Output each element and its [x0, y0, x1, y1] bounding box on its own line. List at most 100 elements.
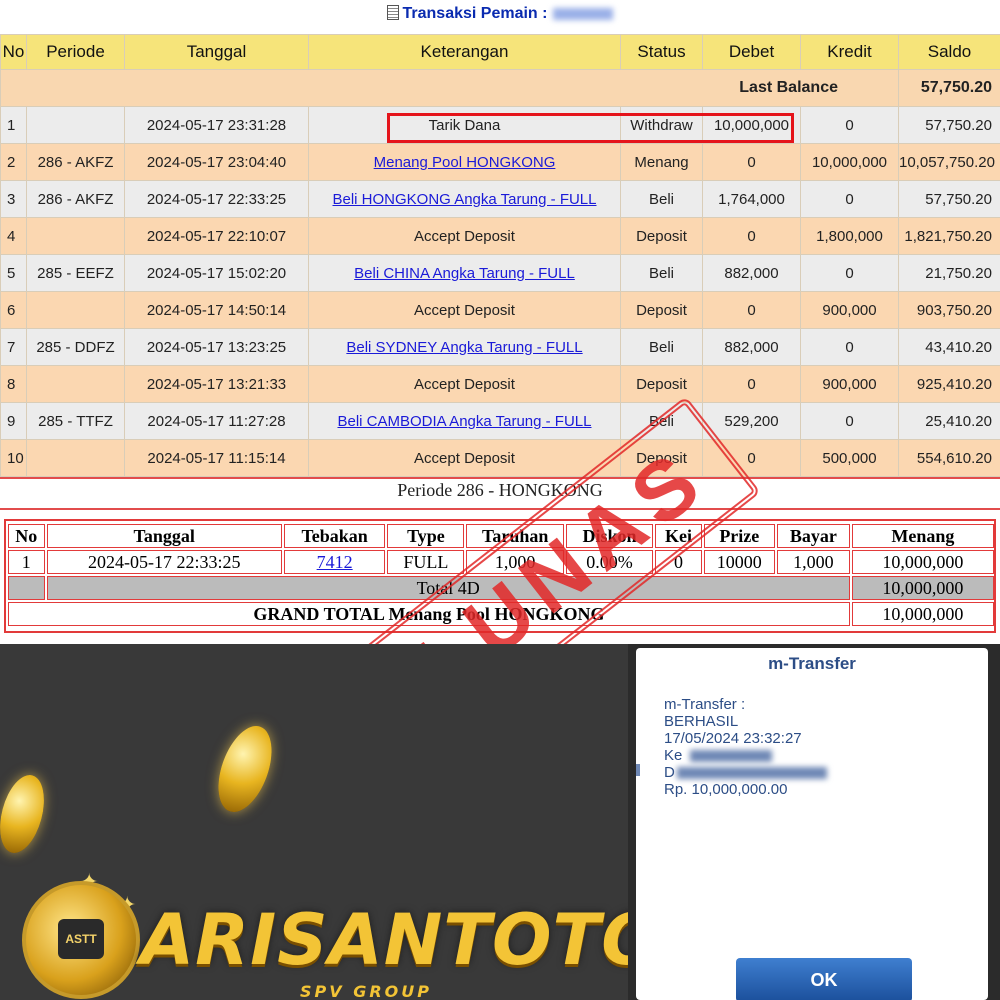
periode-prize: 10000 — [703, 550, 775, 574]
row-no: 1 — [0, 106, 27, 144]
keterangan-link[interactable]: Beli CHINA Angka Tarung - FULL — [354, 265, 575, 282]
pcol-type: Type — [387, 524, 465, 548]
pcol-tebakan: Tebakan — [283, 524, 386, 548]
row-keterangan[interactable]: Beli SYDNEY Angka Tarung - FULL — [308, 328, 621, 366]
row-kredit: 0 — [800, 106, 899, 144]
col-kredit: Kredit — [800, 34, 899, 70]
row-periode: 286 - AKFZ — [26, 180, 125, 218]
periode-kei: 0 — [655, 550, 702, 574]
transfer-status: BERHASIL — [664, 713, 739, 730]
row-keterangan: Accept Deposit — [308, 365, 621, 403]
periode-type: FULL — [387, 550, 465, 574]
pcol-menang: Menang — [851, 524, 994, 548]
row-saldo: 21,750.20 — [898, 254, 1000, 292]
col-periode: Periode — [26, 34, 125, 70]
emblem-label: ASTT — [58, 919, 104, 959]
row-saldo: 25,410.20 — [898, 402, 1000, 440]
ok-button[interactable]: OK — [736, 958, 912, 1000]
transaction-row: 6 2024-05-17 14:50:14 Accept Deposit Deposi… — [0, 291, 1000, 329]
pcol-no: No — [8, 524, 45, 548]
row-no: 5 — [0, 254, 27, 292]
row-no: 7 — [0, 328, 27, 366]
total-label: Total 4D — [46, 576, 850, 600]
coin-icon — [0, 770, 52, 858]
row-periode — [26, 291, 125, 329]
row-debet: 1,764,000 — [702, 180, 801, 218]
grand-total-value: 10,000,000 — [851, 602, 994, 626]
col-saldo: Saldo — [898, 34, 1000, 70]
keterangan-link[interactable]: Beli SYDNEY Angka Tarung - FULL — [346, 339, 582, 356]
transfer-recipient-name: D — [664, 764, 827, 781]
row-kredit: 500,000 — [800, 439, 899, 477]
row-saldo: 10,057,750.20 — [898, 143, 1000, 181]
pcol-tanggal: Tanggal — [46, 524, 282, 548]
row-tanggal: 2024-05-17 22:33:25 — [124, 180, 309, 218]
row-status: Deposit — [620, 439, 703, 477]
periode-header-row: No Tanggal Tebakan Type Taruhan Diskon K… — [8, 524, 994, 548]
row-no: 10 — [0, 439, 27, 477]
row-debet: 529,200 — [702, 402, 801, 440]
transaction-row: 9 285 - TTFZ 2024-05-17 11:27:28 Beli CAMBO… — [0, 402, 1000, 440]
coin-icon — [207, 718, 283, 820]
transaction-row: 5 285 - EEFZ 2024-05-17 15:02:20 Beli CHINA… — [0, 254, 1000, 292]
highlight-box — [387, 113, 794, 143]
row-tanggal: 2024-05-17 13:23:25 — [124, 328, 309, 366]
row-debet: 882,000 — [702, 328, 801, 366]
total-spacer — [8, 576, 45, 600]
row-periode — [26, 106, 125, 144]
row-periode: 286 - AKFZ — [26, 143, 125, 181]
row-status: Beli — [620, 254, 703, 292]
row-keterangan[interactable]: Menang Pool HONGKONG — [308, 143, 621, 181]
keterangan-link[interactable]: Menang Pool HONGKONG — [374, 154, 556, 171]
keterangan-link[interactable]: Beli HONGKONG Angka Tarung - FULL — [333, 191, 597, 208]
transaction-table: No Periode Tanggal Keterangan Status Deb… — [0, 34, 1000, 477]
row-tanggal: 2024-05-17 13:21:33 — [124, 365, 309, 403]
row-tanggal: 2024-05-17 22:10:07 — [124, 217, 309, 255]
transfer-title: m-Transfer — [768, 654, 856, 673]
last-balance-value: 57,750.20 — [898, 69, 1000, 107]
mobile-transfer-panel: m-Transfer m-Transfer : BERHASIL 17/05/2… — [628, 644, 1000, 1000]
row-no: 3 — [0, 180, 27, 218]
row-keterangan: Accept Deposit — [308, 439, 621, 477]
row-kredit: 0 — [800, 254, 899, 292]
row-keterangan[interactable]: Beli CHINA Angka Tarung - FULL — [308, 254, 621, 292]
col-no: No — [0, 34, 27, 70]
tebakan-link[interactable]: 7412 — [317, 552, 353, 572]
pcol-prize: Prize — [703, 524, 775, 548]
periode-tebakan[interactable]: 7412 — [283, 550, 386, 574]
total-row: Total 4D 10,000,000 — [8, 576, 994, 600]
transaction-row: 10 2024-05-17 11:15:14 Accept Deposit Depos… — [0, 439, 1000, 477]
row-periode: 285 - DDFZ — [26, 328, 125, 366]
account-number-blurred — [690, 750, 773, 763]
col-status: Status — [620, 34, 703, 70]
row-status: Deposit — [620, 365, 703, 403]
periode-tanggal: 2024-05-17 22:33:25 — [46, 550, 282, 574]
row-status: Beli — [620, 402, 703, 440]
row-saldo: 57,750.20 — [898, 106, 1000, 144]
last-balance-row: Last Balance 57,750.20 — [0, 69, 1000, 107]
row-debet: 0 — [702, 143, 801, 181]
transfer-screen: m-Transfer m-Transfer : BERHASIL 17/05/2… — [636, 648, 988, 1000]
pcol-kei: Kei — [655, 524, 702, 548]
document-icon — [386, 5, 399, 20]
row-keterangan[interactable]: Beli HONGKONG Angka Tarung - FULL — [308, 180, 621, 218]
row-debet: 0 — [702, 217, 801, 255]
row-tanggal: 2024-05-17 15:02:20 — [124, 254, 309, 292]
brand-logo-text: ARISANTOTO — [140, 899, 628, 981]
brand-emblem-icon: ASTT — [22, 881, 140, 999]
row-debet: 0 — [702, 439, 801, 477]
keterangan-link[interactable]: Beli CAMBODIA Angka Tarung - FULL — [337, 413, 591, 430]
row-no: 8 — [0, 365, 27, 403]
col-debet: Debet — [702, 34, 801, 70]
row-kredit: 0 — [800, 328, 899, 366]
transaction-row: 4 2024-05-17 22:10:07 Accept Deposit Deposi… — [0, 217, 1000, 255]
brand-logo-subtext: SPV GROUP — [300, 982, 432, 1000]
row-tanggal: 2024-05-17 14:50:14 — [124, 291, 309, 329]
row-saldo: 903,750.20 — [898, 291, 1000, 329]
row-periode: 285 - TTFZ — [26, 402, 125, 440]
row-periode — [26, 365, 125, 403]
row-keterangan[interactable]: Beli CAMBODIA Angka Tarung - FULL — [308, 402, 621, 440]
divider-bottom — [0, 508, 1000, 510]
scroll-indicator — [636, 764, 640, 776]
pcol-diskon: Diskon — [565, 524, 654, 548]
